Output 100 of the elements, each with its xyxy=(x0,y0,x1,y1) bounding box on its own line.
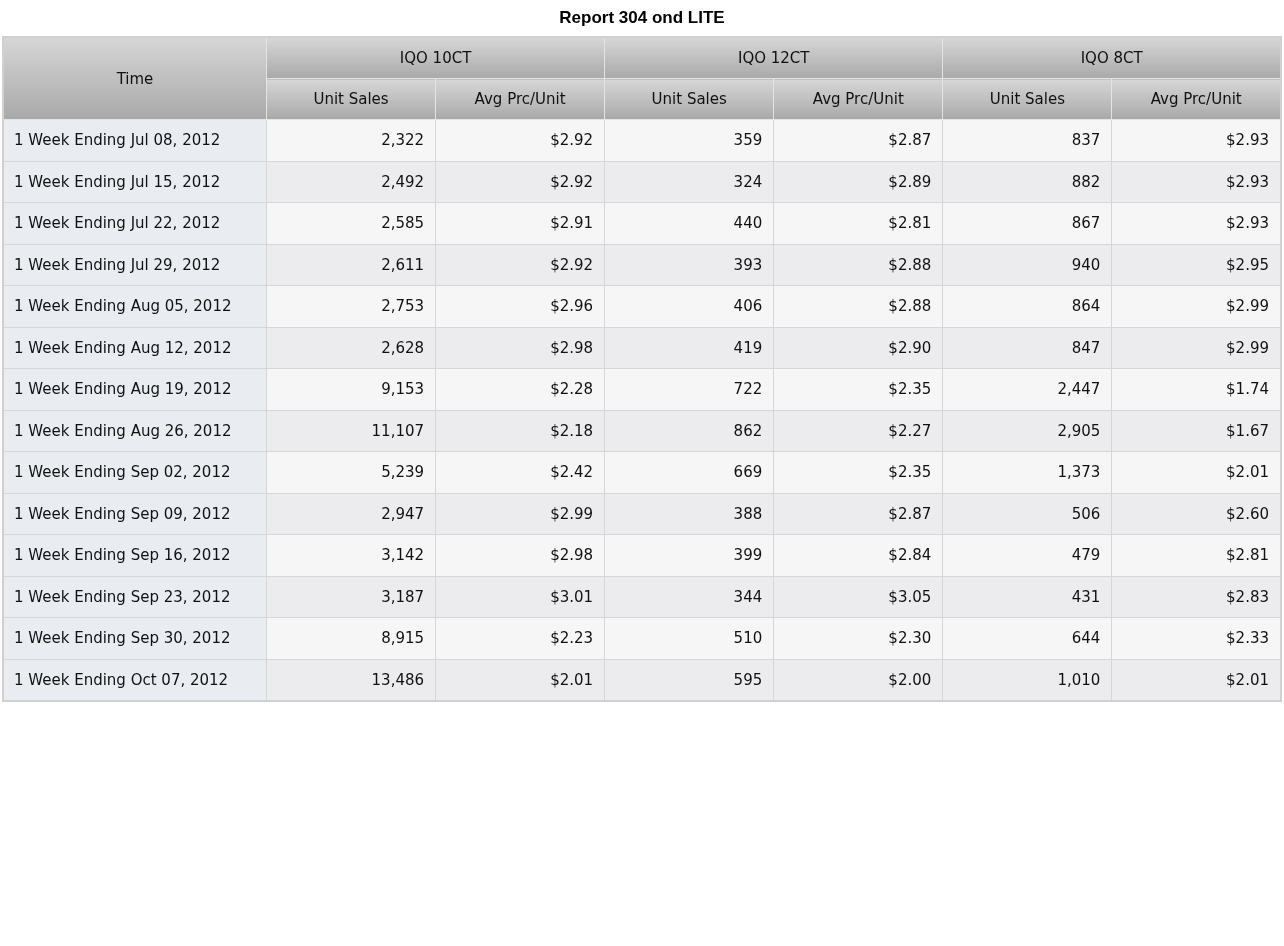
table-cell: $2.99 xyxy=(435,493,605,535)
table-cell: $2.87 xyxy=(773,493,943,535)
table-cell: $2.81 xyxy=(1111,534,1281,576)
table-cell: $2.33 xyxy=(1111,617,1281,659)
table-cell: 2,947 xyxy=(266,493,436,535)
table-cell: $3.05 xyxy=(773,576,943,618)
table-cell: 9,153 xyxy=(266,368,436,410)
table-cell: $2.42 xyxy=(435,451,605,493)
table-cell: $2.88 xyxy=(773,285,943,327)
row-header-cell: 1 Week Ending Aug 19, 2012 xyxy=(3,368,267,410)
table-cell: 8,915 xyxy=(266,617,436,659)
table-cell: $2.84 xyxy=(773,534,943,576)
column-header: Unit Sales xyxy=(942,78,1112,120)
table-cell: $2.81 xyxy=(773,202,943,244)
table-cell: 847 xyxy=(942,327,1112,369)
table-cell: $2.93 xyxy=(1111,202,1281,244)
table-cell: $2.92 xyxy=(435,244,605,286)
report-title: Report 304 ond LITE xyxy=(558,7,726,29)
table-cell: 431 xyxy=(942,576,1112,618)
row-header-cell: 1 Week Ending Aug 26, 2012 xyxy=(3,410,267,452)
table-cell: $2.60 xyxy=(1111,493,1281,535)
table-cell: 2,611 xyxy=(266,244,436,286)
table-cell: 406 xyxy=(604,285,774,327)
table-cell: 1,373 xyxy=(942,451,1112,493)
table-cell: $2.23 xyxy=(435,617,605,659)
table-cell: 510 xyxy=(604,617,774,659)
table-cell: 2,585 xyxy=(266,202,436,244)
column-header: Unit Sales xyxy=(604,78,774,120)
table-cell: $2.35 xyxy=(773,368,943,410)
table-cell: $2.01 xyxy=(1111,451,1281,493)
table-cell: 399 xyxy=(604,534,774,576)
table-cell: $1.74 xyxy=(1111,368,1281,410)
table-cell: 359 xyxy=(604,119,774,161)
column-header: Unit Sales xyxy=(266,78,436,120)
row-header-cell: 1 Week Ending Jul 29, 2012 xyxy=(3,244,267,286)
table-cell: 669 xyxy=(604,451,774,493)
table-cell: 419 xyxy=(604,327,774,369)
table-cell: $2.30 xyxy=(773,617,943,659)
table-cell: $2.98 xyxy=(435,534,605,576)
table-cell: 2,322 xyxy=(266,119,436,161)
column-group-header: IQO 10CT xyxy=(266,37,605,79)
table-cell: $2.92 xyxy=(435,119,605,161)
table-cell: $2.99 xyxy=(1111,285,1281,327)
row-header-cell: 1 Week Ending Oct 07, 2012 xyxy=(3,659,267,701)
row-header-cell: 1 Week Ending Sep 16, 2012 xyxy=(3,534,267,576)
column-header: Avg Prc/Unit xyxy=(1111,78,1281,120)
table-cell: 837 xyxy=(942,119,1112,161)
table-cell: 882 xyxy=(942,161,1112,203)
row-header-cell: 1 Week Ending Sep 02, 2012 xyxy=(3,451,267,493)
table-cell: $2.89 xyxy=(773,161,943,203)
table-cell: $2.99 xyxy=(1111,327,1281,369)
table-cell: $2.91 xyxy=(435,202,605,244)
column-group-header: IQO 8CT xyxy=(942,37,1281,79)
table-cell: $1.67 xyxy=(1111,410,1281,452)
table-cell: 940 xyxy=(942,244,1112,286)
table-cell: $2.01 xyxy=(1111,659,1281,701)
table-cell: 2,628 xyxy=(266,327,436,369)
table-cell: 722 xyxy=(604,368,774,410)
table-cell: $2.96 xyxy=(435,285,605,327)
table-cell: 393 xyxy=(604,244,774,286)
table-cell: $2.28 xyxy=(435,368,605,410)
table-cell: $2.98 xyxy=(435,327,605,369)
table-cell: 324 xyxy=(604,161,774,203)
table-cell: 344 xyxy=(604,576,774,618)
row-header-cell: 1 Week Ending Jul 22, 2012 xyxy=(3,202,267,244)
table-cell: $2.83 xyxy=(1111,576,1281,618)
column-header: Avg Prc/Unit xyxy=(435,78,605,120)
column-header: Time xyxy=(3,37,267,120)
table-cell: $2.01 xyxy=(435,659,605,701)
table-cell: $2.35 xyxy=(773,451,943,493)
table-cell: 595 xyxy=(604,659,774,701)
table-cell: $2.00 xyxy=(773,659,943,701)
table-cell: $2.93 xyxy=(1111,119,1281,161)
row-header-cell: 1 Week Ending Aug 05, 2012 xyxy=(3,285,267,327)
row-header-cell: 1 Week Ending Sep 23, 2012 xyxy=(3,576,267,618)
table-cell: 2,447 xyxy=(942,368,1112,410)
table-cell: 864 xyxy=(942,285,1112,327)
table-cell: 1,010 xyxy=(942,659,1112,701)
row-header-cell: 1 Week Ending Sep 09, 2012 xyxy=(3,493,267,535)
row-header-cell: 1 Week Ending Jul 08, 2012 xyxy=(3,119,267,161)
table-cell: $2.87 xyxy=(773,119,943,161)
table-cell: $3.01 xyxy=(435,576,605,618)
table-cell: $2.27 xyxy=(773,410,943,452)
table-cell: 13,486 xyxy=(266,659,436,701)
row-header-cell: 1 Week Ending Sep 30, 2012 xyxy=(3,617,267,659)
table-cell: 2,905 xyxy=(942,410,1112,452)
column-header: Avg Prc/Unit xyxy=(773,78,943,120)
row-header-cell: 1 Week Ending Jul 15, 2012 xyxy=(3,161,267,203)
column-group-header: IQO 12CT xyxy=(604,37,943,79)
table-cell: 3,187 xyxy=(266,576,436,618)
table-cell: 862 xyxy=(604,410,774,452)
table-cell: $2.93 xyxy=(1111,161,1281,203)
table-cell: $2.95 xyxy=(1111,244,1281,286)
table-cell: $2.88 xyxy=(773,244,943,286)
table-cell: 867 xyxy=(942,202,1112,244)
table-cell: $2.18 xyxy=(435,410,605,452)
table-cell: 5,239 xyxy=(266,451,436,493)
table-cell: 3,142 xyxy=(266,534,436,576)
row-header-cell: 1 Week Ending Aug 12, 2012 xyxy=(3,327,267,369)
table-cell: 644 xyxy=(942,617,1112,659)
